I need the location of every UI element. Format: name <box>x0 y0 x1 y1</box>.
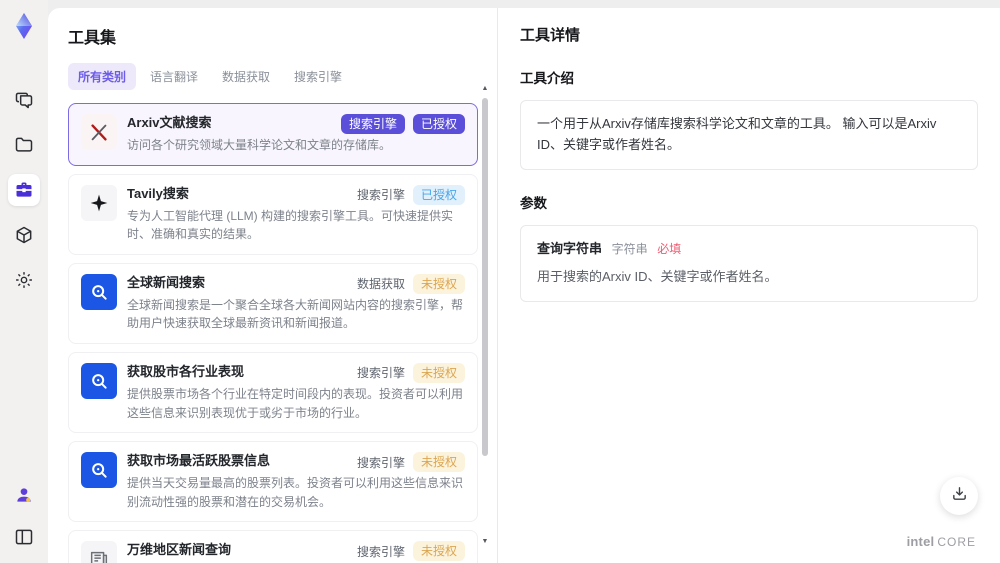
scroll-down-icon[interactable]: ▼ <box>482 537 489 547</box>
rail-item-cube[interactable] <box>8 219 40 251</box>
scrollbar-thumb[interactable] <box>482 98 488 456</box>
category-label: 数据获取 <box>356 277 405 292</box>
auth-badge: 已授权 <box>412 184 465 205</box>
news-icon <box>81 541 117 563</box>
category-label: 搜索引擎 <box>356 366 405 381</box>
rail-item-toolbox[interactable] <box>8 174 40 206</box>
tab-1[interactable]: 语言翻译 <box>140 63 208 90</box>
params-heading: 参数 <box>520 195 547 211</box>
intro-box: 一个用于从Arxiv存储库搜索科学论文和文章的工具。 输入可以是Arxiv ID… <box>520 100 978 170</box>
collapse-panel-icon <box>14 527 34 547</box>
tab-0[interactable]: 所有类别 <box>68 63 137 90</box>
blue-search-icon <box>81 362 117 399</box>
tool-card-4[interactable]: 获取市场最活跃股票信息 提供当天交易量最高的股票列表。投资者可以利用这些信息来识别… <box>68 441 478 523</box>
param-name: 查询字符串 <box>537 240 603 256</box>
main-window: 工具集 所有类别 语言翻译 数据获取 搜索引擎 Arxiv文献搜索 访问各个研究领域大量… <box>48 8 1000 563</box>
app-logo-icon <box>8 10 40 42</box>
param-description: 用于搜索的Arxiv ID、关键字或作者姓名。 <box>537 269 778 285</box>
rail-item-folder[interactable] <box>8 129 40 161</box>
auth-badge: 未授权 <box>412 362 465 383</box>
rail-item-chat[interactable] <box>8 84 40 116</box>
rail-item-collapse[interactable] <box>8 521 40 553</box>
category-tabs: 所有类别 语言翻译 数据获取 搜索引擎 <box>68 63 473 90</box>
download-icon <box>951 485 968 507</box>
rail-bottom <box>8 479 40 553</box>
tool-badges: 搜索引擎 未授权 <box>356 541 465 562</box>
tool-description: 专为人工智能代理 (LLM) 构建的搜索引擎工具。可快速提供实时、准确和真实的结… <box>127 208 454 242</box>
category-label: 搜索引擎 <box>356 188 405 203</box>
tool-card-1[interactable]: Tavily搜索 专为人工智能代理 (LLM) 构建的搜索引擎工具。可快速提供实时… <box>68 173 478 255</box>
param-required-badge: 必填 <box>657 241 682 256</box>
intel-wordmark: intel <box>906 534 935 549</box>
tool-card-0[interactable]: Arxiv文献搜索 访问各个研究领域大量科学论文和文章的存储库。 搜索引擎 已授权 <box>68 103 478 166</box>
param-header: 查询字符串 字符串 必填 <box>537 239 961 260</box>
param-box: 查询字符串 字符串 必填 用于搜索的Arxiv ID、关键字或作者姓名。 <box>520 224 978 303</box>
page-title: 工具集 <box>68 30 117 47</box>
tool-description: 全球新闻搜索是一个聚合全球各大新闻网站内容的搜索引擎，帮助用户快速获取全球最新资… <box>127 297 464 331</box>
category-label: 搜索引擎 <box>356 455 405 470</box>
tool-badges: 数据获取 未授权 <box>356 273 465 294</box>
auth-badge: 未授权 <box>412 452 465 473</box>
tool-card-2[interactable]: 全球新闻搜索 全球新闻搜索是一个聚合全球各大新闻网站内容的搜索引擎，帮助用户快速获… <box>68 262 478 344</box>
tab-3[interactable]: 搜索引擎 <box>284 63 352 90</box>
intel-core-logo: intel CORE <box>907 534 976 549</box>
app-window: 工具集 所有类别 语言翻译 数据获取 搜索引擎 Arxiv文献搜索 访问各个研究领域大量… <box>0 0 1000 563</box>
intro-heading: 工具介绍 <box>520 71 574 86</box>
toolbox-icon <box>14 180 34 200</box>
tool-badges: 搜索引擎 未授权 <box>356 452 465 473</box>
left-rail <box>0 0 48 563</box>
tool-description: 提供当天交易量最高的股票列表。投资者可以利用这些信息来识别流动性强的股票和潜在的… <box>127 476 464 509</box>
tab-2[interactable]: 数据获取 <box>212 63 280 90</box>
tavily-icon <box>81 184 117 221</box>
tool-card-3[interactable]: 获取股市各行业表现 提供股票市场各个行业在特定时间段内的表现。投资者可以利用这些信… <box>68 351 478 434</box>
rail-nav <box>8 84 40 296</box>
chat-icon <box>14 90 34 110</box>
core-wordmark: CORE <box>937 535 976 549</box>
param-type: 字符串 <box>611 241 648 256</box>
tool-badges: 搜索引擎 已授权 <box>356 184 465 205</box>
rail-item-user[interactable] <box>8 479 40 511</box>
scroll-up-icon[interactable]: ▲ <box>482 84 489 94</box>
rail-item-settings[interactable] <box>8 264 40 296</box>
tool-description: 访问各个研究领域大量科学论文和文章的存储库。 <box>127 138 392 152</box>
auth-badge: 已授权 <box>412 114 465 134</box>
tool-detail-panel: 工具详情 工具介绍 一个用于从Arxiv存储库搜索科学论文和文章的工具。 输入可… <box>498 8 1000 563</box>
auth-badge: 未授权 <box>412 541 465 562</box>
download-button[interactable] <box>940 477 978 515</box>
list-scrollbar[interactable]: ▲ ▼ <box>481 84 489 559</box>
category-badge: 搜索引擎 <box>340 114 405 134</box>
tool-cards: Arxiv文献搜索 访问各个研究领域大量科学论文和文章的存储库。 搜索引擎 已授权 Ta… <box>68 103 478 563</box>
detail-title: 工具详情 <box>520 27 581 44</box>
tool-card-5[interactable]: 万维地区新闻查询查询具体行政区划内的新闻，快速了解各地新闻动搜索引擎未授权 <box>68 530 478 563</box>
blue-search-icon <box>81 273 117 310</box>
arxiv-icon <box>81 114 117 150</box>
tool-description: 提供股票市场各个行业在特定时间段内的表现。投资者可以利用这些信息来识别表现优于或… <box>127 386 464 420</box>
user-icon <box>14 485 34 505</box>
cube-icon <box>14 225 34 245</box>
blue-search-icon <box>81 452 117 489</box>
folder-icon <box>14 135 34 155</box>
category-label: 搜索引擎 <box>356 544 405 559</box>
tool-badges: 搜索引擎 未授权 <box>356 362 465 383</box>
tool-list-panel: 工具集 所有类别 语言翻译 数据获取 搜索引擎 Arxiv文献搜索 访问各个研究领域大量… <box>48 8 498 563</box>
tool-badges: 搜索引擎 已授权 <box>340 114 465 134</box>
auth-badge: 未授权 <box>412 273 465 294</box>
gear-icon <box>14 270 34 290</box>
